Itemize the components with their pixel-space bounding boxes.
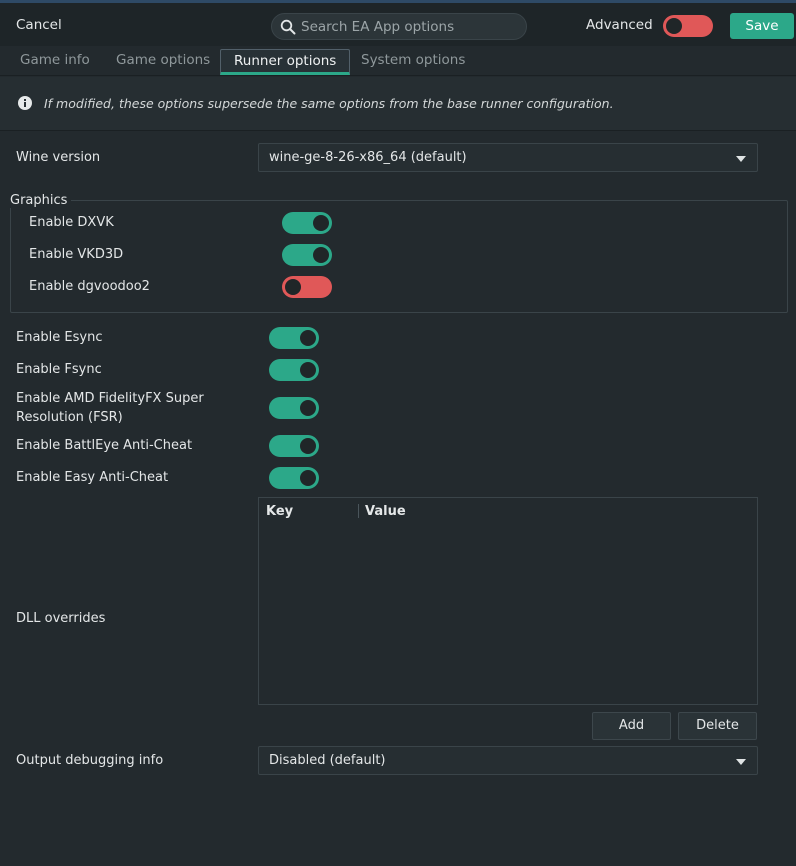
header-bar: Cancel Advanced Save — [0, 3, 796, 46]
toggle-knob — [300, 330, 316, 346]
dxvk-label: Enable DXVK — [29, 215, 114, 230]
tab-system-options[interactable]: System options — [348, 49, 478, 75]
column-separator — [358, 504, 359, 518]
fsync-toggle[interactable] — [269, 359, 319, 381]
toggle-knob — [300, 438, 316, 454]
save-button[interactable]: Save — [730, 13, 794, 39]
vkd3d-label: Enable VKD3D — [29, 247, 124, 262]
debug-output-dropdown[interactable]: Disabled (default) — [258, 746, 758, 775]
column-header-key[interactable]: Key — [266, 504, 293, 519]
toggle-knob — [300, 400, 316, 416]
fsr-toggle[interactable] — [269, 397, 319, 419]
toggle-knob — [313, 215, 329, 231]
wine-version-label: Wine version — [16, 150, 101, 165]
dll-overrides-label: DLL overrides — [16, 611, 106, 626]
graphics-group — [10, 200, 788, 313]
vkd3d-toggle[interactable] — [282, 244, 332, 266]
info-text: If modified, these options supersede the… — [44, 96, 614, 111]
easy-anticheat-toggle[interactable] — [269, 467, 319, 489]
cancel-button[interactable]: Cancel — [6, 11, 72, 39]
advanced-label: Advanced — [586, 17, 653, 33]
toggle-knob — [666, 18, 682, 34]
dgvoodoo2-label: Enable dgvoodoo2 — [29, 279, 150, 294]
wine-version-value: wine-ge-8-26-x86_64 (default) — [269, 150, 467, 165]
delete-button[interactable]: Delete — [678, 712, 757, 740]
wine-version-dropdown[interactable]: wine-ge-8-26-x86_64 (default) — [258, 143, 758, 172]
tab-game-info[interactable]: Game info — [7, 49, 103, 75]
info-banner: If modified, these options supersede the… — [0, 77, 796, 131]
fsr-label-line2: Resolution (FSR) — [16, 410, 123, 425]
fsr-label-line1: Enable AMD FidelityFX Super — [16, 391, 204, 406]
debug-output-value: Disabled (default) — [269, 753, 386, 768]
toggle-knob — [285, 279, 301, 295]
dll-overrides-table[interactable]: Key Value — [258, 497, 758, 705]
tab-bar: Game info Game options Runner options Sy… — [0, 46, 796, 76]
info-icon — [18, 96, 32, 110]
tab-game-options[interactable]: Game options — [103, 49, 223, 75]
chevron-down-icon — [736, 759, 746, 765]
advanced-toggle[interactable] — [663, 15, 713, 37]
search-box[interactable] — [271, 13, 527, 40]
battleye-label: Enable BattlEye Anti-Cheat — [16, 438, 193, 453]
esync-toggle[interactable] — [269, 327, 319, 349]
easy-anticheat-label: Enable Easy Anti-Cheat — [16, 470, 169, 485]
dxvk-toggle[interactable] — [282, 212, 332, 234]
dgvoodoo2-toggle[interactable] — [282, 276, 332, 298]
toggle-knob — [313, 247, 329, 263]
toggle-knob — [300, 470, 316, 486]
battleye-toggle[interactable] — [269, 435, 319, 457]
esync-label: Enable Esync — [16, 330, 103, 345]
chevron-down-icon — [736, 156, 746, 162]
search-icon — [280, 19, 296, 34]
add-button[interactable]: Add — [592, 712, 671, 740]
debug-output-label: Output debugging info — [16, 753, 164, 768]
column-header-value[interactable]: Value — [365, 504, 406, 519]
fsync-label: Enable Fsync — [16, 362, 102, 377]
tab-runner-options[interactable]: Runner options — [220, 49, 351, 75]
search-input[interactable] — [301, 18, 511, 35]
toggle-knob — [300, 362, 316, 378]
graphics-group-title: Graphics — [10, 193, 72, 208]
